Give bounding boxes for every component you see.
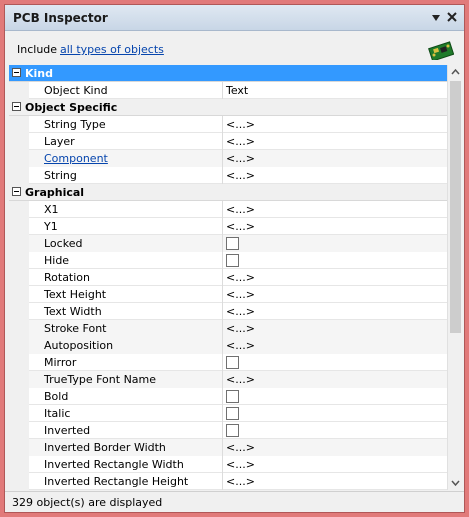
property-row-string[interactable]: String <...> [9,167,447,184]
property-value[interactable]: <...> [226,169,255,182]
property-row-inverted-rectangle-height[interactable]: Inverted Rectangle Height <...> [9,473,447,490]
title-bar: PCB Inspector [5,5,464,31]
hide-checkbox[interactable] [226,254,239,267]
property-name: X1 [44,203,59,216]
collapse-toggle-icon[interactable] [12,102,21,111]
property-name: TrueType Font Name [44,373,157,386]
category-label: Kind [25,67,53,80]
property-name: Inverted Rectangle Width [44,458,184,471]
property-value[interactable]: <...> [226,322,255,335]
property-row-object-kind[interactable]: Object Kind Text [9,82,447,99]
property-row-layer[interactable]: Layer <...> [9,133,447,150]
property-value: Text [226,84,249,97]
property-row-inverted[interactable]: Inverted [9,422,447,439]
collapse-toggle-icon[interactable] [12,187,21,196]
property-value[interactable]: <...> [226,220,255,233]
property-value[interactable]: <...> [226,305,255,318]
property-row-stroke-font[interactable]: Stroke Font <...> [9,320,447,337]
component-link[interactable]: Component [44,152,108,165]
pcb-inspector-window: PCB Inspector Include all types of objec… [4,4,465,513]
category-object-specific[interactable]: Object Specific [9,99,447,116]
property-name: Inverted Border Width [44,441,166,454]
property-row-rotation[interactable]: Rotation <...> [9,269,447,286]
status-bar: 329 object(s) are displayed [5,491,464,512]
property-value[interactable]: <...> [226,441,255,454]
include-filter-bar: Include all types of objects [5,32,464,65]
scroll-up-arrow-icon[interactable] [448,65,463,80]
property-row-y1[interactable]: Y1 <...> [9,218,447,235]
object-type-filter-link[interactable]: all types of objects [60,43,164,56]
property-row-locked[interactable]: Locked [9,235,447,252]
property-name: Text Width [44,305,102,318]
property-row-mirror[interactable]: Mirror [9,354,447,371]
property-name: Rotation [44,271,91,284]
mirror-checkbox[interactable] [226,356,239,369]
property-name: Hide [44,254,70,267]
property-value[interactable]: <...> [226,152,255,165]
vertical-scrollbar[interactable] [447,65,462,490]
property-name: Italic [44,407,71,420]
property-name: Y1 [44,220,58,233]
property-row-text-height[interactable]: Text Height <...> [9,286,447,303]
property-row-component[interactable]: Component <...> [9,150,447,167]
inverted-checkbox[interactable] [226,424,239,437]
property-row-bold[interactable]: Bold [9,388,447,405]
property-name: Locked [44,237,83,250]
property-name: Autoposition [44,339,114,352]
pcb-board-icon [428,41,454,60]
property-row-inverted-border-width[interactable]: Inverted Border Width <...> [9,439,447,456]
window-title: PCB Inspector [13,11,108,25]
italic-checkbox[interactable] [226,407,239,420]
property-value[interactable]: <...> [226,135,255,148]
property-row-string-type[interactable]: String Type <...> [9,116,447,133]
close-icon[interactable] [446,11,458,23]
locked-checkbox[interactable] [226,237,239,250]
property-name: Object Kind [44,84,108,97]
property-name: Inverted [44,424,91,437]
property-name: Layer [44,135,75,148]
property-row-autoposition[interactable]: Autoposition <...> [9,337,447,354]
property-value[interactable]: <...> [226,118,255,131]
property-name: String Type [44,118,106,131]
property-value[interactable]: <...> [226,458,255,471]
property-grid: Kind Object Kind Text Object Specific St… [9,65,447,490]
property-row-text-width[interactable]: Text Width <...> [9,303,447,320]
bold-checkbox[interactable] [226,390,239,403]
property-name: String [44,169,77,182]
property-value[interactable]: <...> [226,203,255,216]
category-kind[interactable]: Kind [9,65,447,82]
pin-dropdown-icon[interactable] [431,14,441,22]
category-graphical[interactable]: Graphical [9,184,447,201]
property-value[interactable]: <...> [226,373,255,386]
category-label: Graphical [25,186,85,199]
property-name: Inverted Rectangle Height [44,475,189,488]
property-name: Bold [44,390,69,403]
property-row-italic[interactable]: Italic [9,405,447,422]
property-value[interactable]: <...> [226,288,255,301]
scroll-down-arrow-icon[interactable] [448,475,463,490]
property-value[interactable]: <...> [226,475,255,488]
property-name: Text Height [44,288,107,301]
property-row-x1[interactable]: X1 <...> [9,201,447,218]
property-name: Stroke Font [44,322,107,335]
scroll-thumb[interactable] [450,81,461,333]
category-label: Object Specific [25,101,118,114]
include-label: Include [17,43,58,56]
property-name: Mirror [44,356,77,369]
property-value[interactable]: <...> [226,339,255,352]
collapse-toggle-icon[interactable] [12,68,21,77]
property-row-inverted-rectangle-width[interactable]: Inverted Rectangle Width <...> [9,456,447,473]
property-row-hide[interactable]: Hide [9,252,447,269]
status-text: 329 object(s) are displayed [12,496,163,509]
property-value[interactable]: <...> [226,271,255,284]
property-row-truetype-font-name[interactable]: TrueType Font Name <...> [9,371,447,388]
